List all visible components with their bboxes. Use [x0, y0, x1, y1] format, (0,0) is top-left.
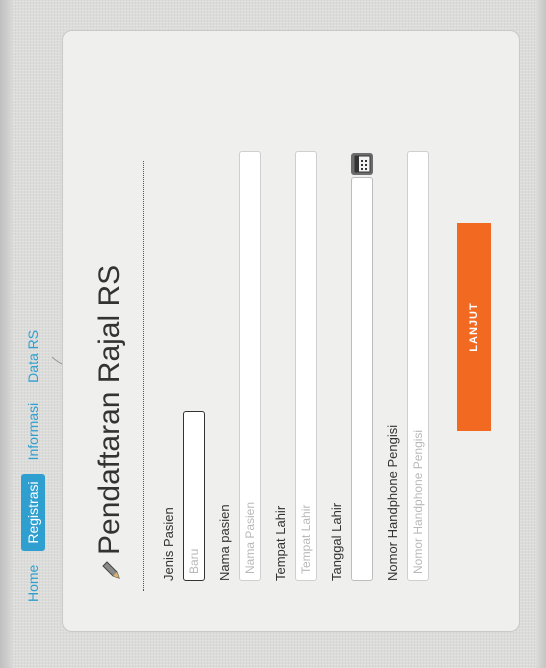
lanjut-button[interactable]: LANJUT — [457, 223, 491, 431]
nama-pasien-label: Nama pasien — [217, 504, 232, 581]
calendar-icon-glyph — [354, 155, 371, 173]
tanggal-lahir-label: Tanggal Lahir — [329, 502, 344, 581]
pencil-icon — [102, 561, 120, 579]
calendar-icon[interactable] — [351, 153, 373, 175]
rotated-page: Home Registrasi Informasi Data RS Pendaf… — [0, 0, 546, 668]
top-nav: Home Registrasi Informasi Data RS — [18, 324, 48, 608]
title-divider — [143, 161, 144, 591]
nama-pasien-placeholder: Nama Pasien — [243, 501, 257, 574]
nav-registrasi[interactable]: Registrasi — [21, 474, 45, 551]
page-title-text: Pendaftaran Rajal RS — [93, 264, 126, 555]
nomor-hp-label: Nomor Handphone Pengisi — [385, 424, 400, 581]
nomor-hp-input[interactable]: Nomor Handphone Pengisi — [407, 151, 429, 581]
tanggal-lahir-input[interactable] — [351, 177, 373, 581]
jenis-pasien-label: Jenis Pasien — [161, 507, 176, 581]
nama-pasien-input[interactable]: Nama Pasien — [239, 151, 261, 581]
tempat-lahir-label: Tempat Lahir — [273, 505, 288, 581]
tempat-lahir-input[interactable]: Tempat Lahir — [295, 151, 317, 581]
registration-card: Pendaftaran Rajal RS Jenis Pasien Baru N… — [62, 30, 520, 632]
nomor-hp-placeholder: Nomor Handphone Pengisi — [411, 429, 425, 574]
jenis-pasien-value: Baru — [187, 548, 201, 574]
nav-home[interactable]: Home — [22, 559, 44, 608]
jenis-pasien-select[interactable]: Baru — [183, 411, 205, 581]
page-title: Pendaftaran Rajal RS — [93, 265, 127, 581]
tempat-lahir-placeholder: Tempat Lahir — [299, 504, 313, 574]
nav-data-rs[interactable]: Data RS — [22, 324, 44, 389]
nav-informasi[interactable]: Informasi — [22, 397, 44, 467]
